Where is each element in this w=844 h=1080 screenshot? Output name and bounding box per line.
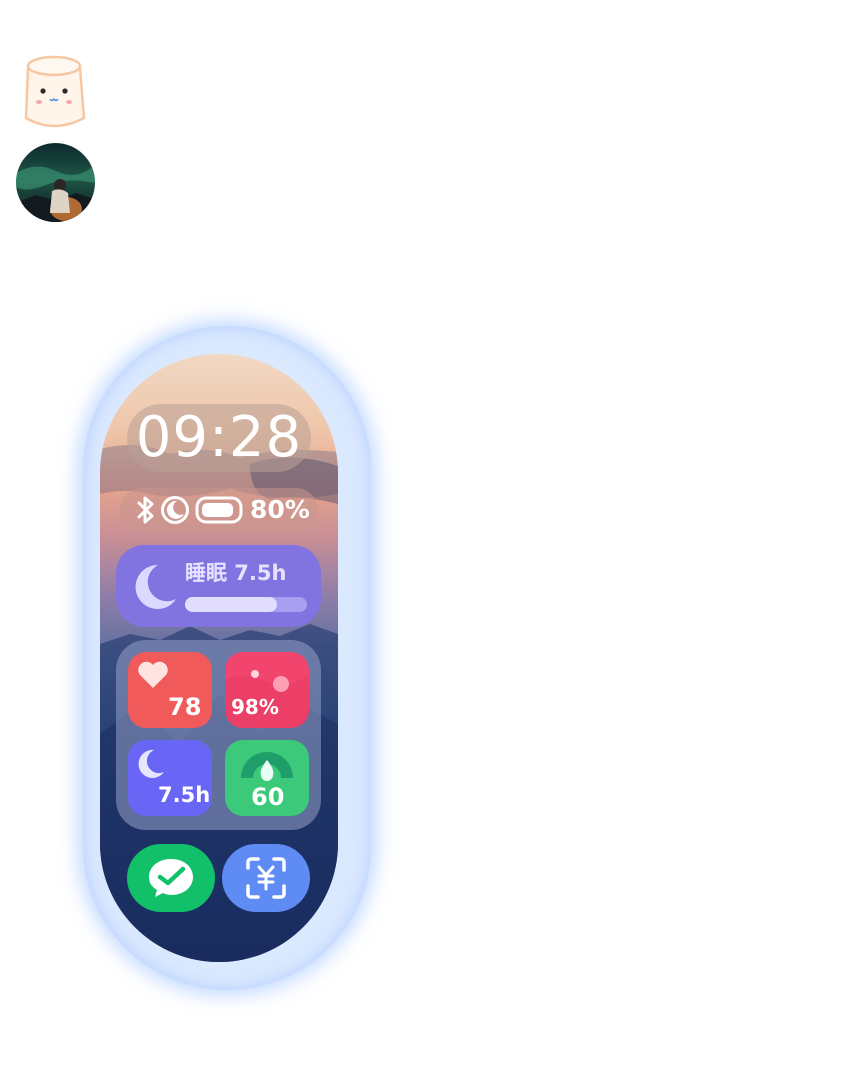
sleep-progress-bar	[185, 597, 307, 612]
sleep-card[interactable]: 睡眠 7.5h	[116, 545, 321, 627]
tile-sleep[interactable]: 7.5h	[128, 740, 212, 816]
stress-value: 60	[251, 783, 285, 811]
clock-time: 09:28	[135, 405, 303, 470]
stress-gauge-icon	[241, 752, 293, 781]
bluetooth-icon	[137, 496, 154, 524]
sleep-value: 7.5h	[158, 783, 211, 807]
mascot-avatar[interactable]	[22, 54, 86, 130]
tile-stress[interactable]: 60	[225, 740, 309, 816]
sleep-title: 睡眠 7.5h	[185, 561, 287, 585]
wechat-app-button[interactable]	[127, 844, 215, 912]
heart-rate-value: 78	[168, 693, 202, 721]
moon-icon	[135, 564, 176, 609]
health-tiles-panel: 78 98% 7.5h 60	[116, 640, 321, 830]
wechat-icon	[149, 859, 193, 897]
moon-icon	[138, 749, 164, 778]
watch-screen: 09:28 80% 睡眠 7.5h 78 98% 7.5h 60	[100, 354, 338, 962]
do-not-disturb-icon	[161, 496, 189, 524]
yuan-scan-icon	[246, 857, 286, 899]
blood-oxygen-value: 98%	[231, 695, 279, 719]
tile-blood-oxygen[interactable]: 98%	[225, 652, 309, 728]
battery-percent: 80%	[250, 495, 310, 524]
sleep-progress-fill	[185, 597, 277, 612]
battery-icon	[195, 496, 243, 524]
heart-icon	[138, 661, 168, 688]
aurora-photo-avatar[interactable]	[16, 143, 95, 222]
payment-app-button[interactable]	[222, 844, 310, 912]
tile-heart-rate[interactable]: 78	[128, 652, 212, 728]
